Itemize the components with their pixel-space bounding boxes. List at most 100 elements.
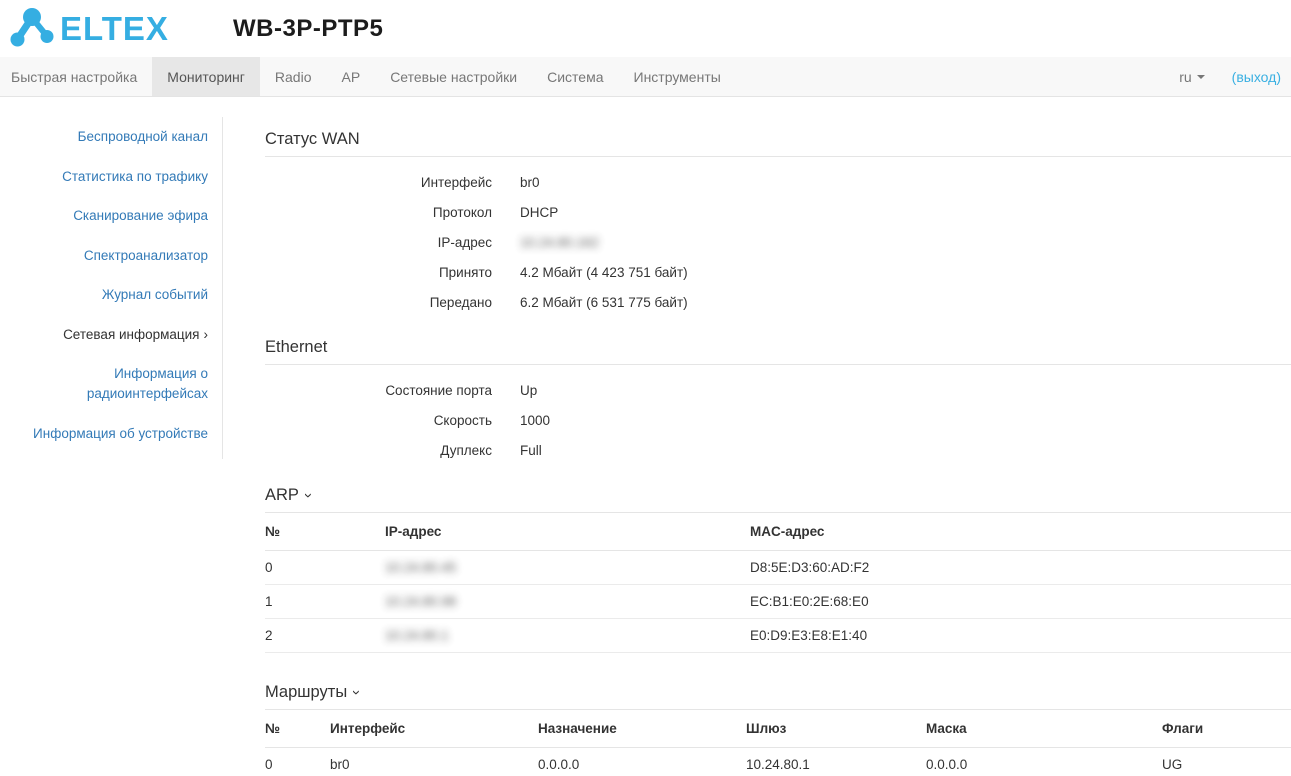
sidebar-item-network-info[interactable]: Сетевая информация › — [0, 315, 222, 355]
routes-table: № Интерфейс Назначение Шлюз Маска Флаги … — [265, 710, 1291, 776]
arp-col-mac: MAC-адрес — [750, 513, 1291, 551]
sidebar: Беспроводной канал Статистика по трафику… — [0, 97, 223, 473]
kv-label: Принято — [438, 264, 492, 280]
ethernet-title: Ethernet — [265, 338, 1291, 365]
sidebar-item-radio-interfaces-info[interactable]: Информация о радиоинтерфейсах — [0, 354, 222, 413]
arp-row: 0 10.24.80.45 D8:5E:D3:60:AD:F2 — [265, 550, 1291, 585]
kv-value: 4.2 Мбайт (4 423 751 байт) — [520, 264, 688, 280]
tab-network-settings[interactable]: Сетевые настройки — [375, 57, 532, 96]
header: ELTEX WB-3P-PTP5 — [0, 0, 1291, 57]
tab-radio[interactable]: Radio — [260, 57, 327, 96]
ethernet-section: Ethernet Состояние порта Up Скорость 100… — [265, 338, 1291, 465]
routes-col-num: № — [265, 710, 330, 748]
routes-cell-gateway: 10.24.80.1 — [746, 747, 926, 776]
kv-label: Интерфейс — [420, 174, 492, 190]
logout-link[interactable]: (выход) — [1232, 69, 1281, 85]
kv-label: Скорость — [433, 412, 492, 428]
tab-tools[interactable]: Инструменты — [619, 57, 736, 96]
sidebar-item-network-info-label: Сетевая информация — [63, 326, 200, 342]
kv-row-protocol: Протокол DHCP — [265, 197, 1291, 227]
tab-ap[interactable]: AP — [327, 57, 376, 96]
kv-value: 1000 — [520, 412, 551, 428]
wan-status-section: Статус WAN Интерфейс br0 Протокол DHCP I… — [265, 130, 1291, 317]
arp-ip-blurred: 10.24.80.45 — [385, 560, 457, 575]
arp-row: 2 10.24.80.1 E0:D9:E3:E8:E1:40 — [265, 618, 1291, 653]
arp-cell-mac: E0:D9:E3:E8:E1:40 — [750, 618, 1291, 653]
arp-table: № IP-адрес MAC-адрес 0 10.24.80.45 D8:5E… — [265, 513, 1291, 653]
kv-row-duplex: Дуплекс Full — [265, 435, 1291, 465]
arp-ip-blurred: 10.24.80.98 — [385, 594, 457, 609]
routes-header-row: № Интерфейс Назначение Шлюз Маска Флаги — [265, 710, 1291, 748]
kv-label: IP-адрес — [437, 234, 492, 250]
routes-section: Маршруты› № Интерфейс Назначение Шлюз Ма… — [265, 683, 1291, 776]
device-title: WB-3P-PTP5 — [233, 14, 384, 42]
sidebar-item-event-log[interactable]: Журнал событий — [0, 275, 222, 315]
tab-quick-setup[interactable]: Быстрая настройка — [0, 57, 152, 96]
chevron-right-icon: › — [203, 326, 209, 342]
kv-label: Состояние порта — [385, 382, 492, 398]
kv-value: 6.2 Мбайт (6 531 775 байт) — [520, 294, 688, 310]
routes-col-flags: Флаги — [1162, 710, 1291, 748]
kv-row-interface: Интерфейс br0 — [265, 167, 1291, 197]
language-selector[interactable]: ru — [1179, 68, 1205, 85]
tab-system[interactable]: Система — [532, 57, 618, 96]
kv-label: Дуплекс — [440, 442, 492, 458]
routes-title: Маршруты — [265, 683, 348, 701]
eltex-logo-icon — [10, 7, 54, 46]
kv-row-ip-address: IP-адрес 10.24.80.162 — [265, 227, 1291, 257]
arp-ip-blurred: 10.24.80.1 — [385, 628, 449, 643]
arp-section-header[interactable]: ARP› — [265, 486, 1291, 513]
arp-cell-num: 2 — [265, 618, 385, 653]
routes-col-mask: Маска — [926, 710, 1162, 748]
caret-down-icon — [1196, 74, 1205, 79]
routes-col-destination: Назначение — [538, 710, 746, 748]
arp-col-ip: IP-адрес — [385, 513, 750, 551]
sidebar-item-air-scan[interactable]: Сканирование эфира — [0, 196, 222, 236]
routes-col-interface: Интерфейс — [330, 710, 538, 748]
kv-label: Передано — [429, 294, 492, 310]
arp-cell-ip: 10.24.80.98 — [385, 584, 750, 619]
kv-value: Full — [520, 442, 542, 458]
nav-right: ru (выход) — [1179, 57, 1291, 96]
kv-value: DHCP — [520, 204, 559, 220]
routes-section-header[interactable]: Маршруты› — [265, 683, 1291, 710]
tab-monitoring[interactable]: Мониторинг — [152, 57, 260, 96]
kv-row-speed: Скорость 1000 — [265, 405, 1291, 435]
kv-value: br0 — [520, 174, 540, 190]
routes-cell-mask: 0.0.0.0 — [926, 747, 1162, 776]
kv-row-port-state: Состояние порта Up — [265, 375, 1291, 405]
arp-row: 1 10.24.80.98 EC:B1:E0:2E:68:E0 — [265, 584, 1291, 619]
routes-col-gateway: Шлюз — [746, 710, 926, 748]
eltex-logo[interactable]: ELTEX — [8, 6, 233, 52]
language-label: ru — [1179, 68, 1192, 85]
kv-value: Up — [520, 382, 538, 398]
routes-row: 0 br0 0.0.0.0 10.24.80.1 0.0.0.0 UG — [265, 747, 1291, 776]
arp-cell-num: 0 — [265, 550, 385, 585]
sidebar-item-spectrum-analyzer[interactable]: Спектроанализатор — [0, 236, 222, 276]
sidebar-item-wireless-channel[interactable]: Беспроводной канал — [0, 117, 222, 157]
main-content: Статус WAN Интерфейс br0 Протокол DHCP I… — [223, 97, 1291, 776]
routes-cell-num: 0 — [265, 747, 330, 776]
arp-cell-mac: EC:B1:E0:2E:68:E0 — [750, 584, 1291, 619]
routes-cell-destination: 0.0.0.0 — [538, 747, 746, 776]
kv-row-transmitted: Передано 6.2 Мбайт (6 531 775 байт) — [265, 287, 1291, 317]
kv-row-received: Принято 4.2 Мбайт (4 423 751 байт) — [265, 257, 1291, 287]
sidebar-item-traffic-stats[interactable]: Статистика по трафику — [0, 157, 222, 197]
chevron-down-icon: › — [299, 493, 317, 498]
kv-value-blurred: 10.24.80.162 — [520, 234, 599, 250]
arp-col-num: № — [265, 513, 385, 551]
wan-status-title: Статус WAN — [265, 130, 1291, 157]
sidebar-item-device-info[interactable]: Информация об устройстве — [0, 414, 222, 454]
routes-cell-flags: UG — [1162, 747, 1291, 776]
arp-cell-ip: 10.24.80.45 — [385, 550, 750, 585]
main-nav: Быстрая настройка Мониторинг Radio AP Се… — [0, 57, 1291, 97]
arp-header-row: № IP-адрес MAC-адрес — [265, 513, 1291, 551]
arp-cell-num: 1 — [265, 584, 385, 619]
routes-cell-interface: br0 — [330, 747, 538, 776]
arp-cell-mac: D8:5E:D3:60:AD:F2 — [750, 550, 1291, 585]
arp-title: ARP — [265, 486, 299, 504]
arp-section: ARP› № IP-адрес MAC-адрес 0 10.24.80.45 … — [265, 486, 1291, 653]
arp-cell-ip: 10.24.80.1 — [385, 618, 750, 653]
kv-label: Протокол — [432, 204, 492, 220]
eltex-logo-text: ELTEX — [60, 10, 169, 47]
